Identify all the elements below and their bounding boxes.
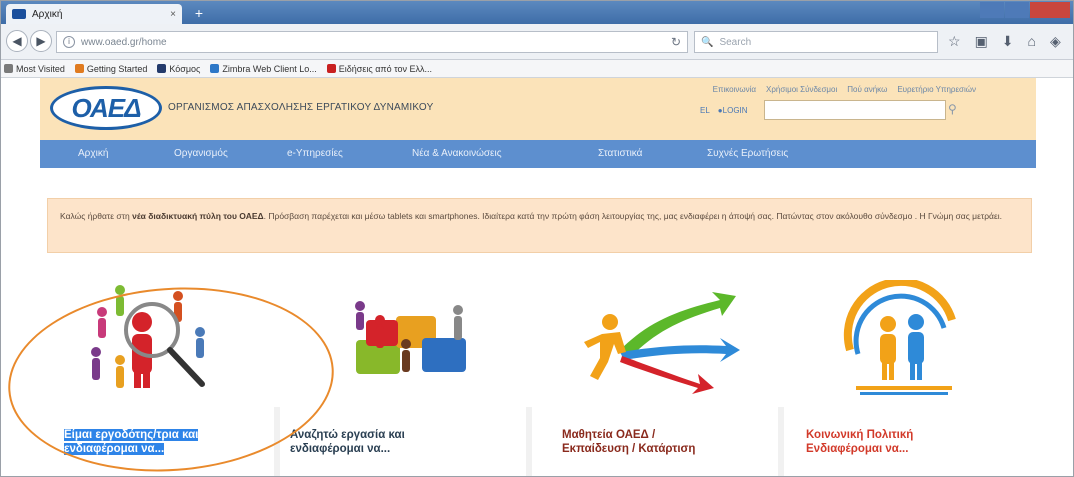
card-jobseeker-line1: Αναζητώ εργασία και — [290, 429, 405, 441]
maximize-button[interactable] — [1005, 2, 1029, 18]
card-jobseeker-line2: ενδιαφέρομαι να... — [290, 443, 391, 455]
nav-e-services[interactable]: e-Υπηρεσίες — [287, 148, 343, 159]
language-selector[interactable]: EL — [700, 106, 710, 115]
notice-highlight: νέα διαδικτυακή πύλη του ΟΑΕΔ — [132, 211, 264, 221]
tab-close-icon[interactable]: × — [170, 9, 176, 20]
bookmark-news[interactable]: Ειδήσεις από τον Ελλ... — [326, 63, 433, 74]
base-line-orange — [856, 386, 952, 390]
search-placeholder: Search — [719, 36, 752, 48]
card-social-link[interactable]: Κοινωνική Πολιτική Ενδιαφέρομαι να... — [796, 412, 1036, 464]
training-illustration[interactable] — [580, 280, 740, 400]
clipboard-icon[interactable]: ▣ — [975, 33, 988, 49]
card-training-line2: Εκπαίδευση / Κατάρτιση — [562, 443, 696, 455]
minimize-button[interactable] — [980, 2, 1004, 18]
nav-home[interactable]: Αρχική — [78, 148, 108, 159]
bookmark-label: Ειδήσεις από τον Ελλ... — [338, 63, 433, 74]
bookmark-label: Getting Started — [86, 63, 148, 74]
download-icon[interactable]: ⬇ — [1002, 33, 1014, 49]
toolbar-icons: ☆ ▣ ⬇ ⌂ ◈ ≡ — [948, 33, 1074, 49]
login-link[interactable]: ●LOGIN — [718, 106, 748, 115]
browser-navbar: ◀ ▶ i www.oaed.gr/home ↻ 🔍 Search ☆ ▣ ⬇ … — [0, 24, 1074, 60]
new-tab-button[interactable]: + — [190, 6, 208, 21]
oaed-favicon-icon — [12, 9, 26, 19]
card-jobseeker-link[interactable]: Αναζητώ εργασία και ενδιαφέρομαι να... — [280, 412, 526, 464]
home-icon[interactable]: ⌂ — [1028, 33, 1036, 49]
card-separator — [526, 407, 532, 477]
card-separator — [778, 407, 784, 477]
main-nav: Αρχική Οργανισμός e-Υπηρεσίες Νέα & Ανακ… — [40, 140, 1036, 168]
base-line-blue — [860, 392, 948, 395]
welcome-notice: Καλώς ήρθατε στη νέα διαδικτυακή πύλη το… — [47, 198, 1032, 253]
card-training-link[interactable]: Μαθητεία ΟΑΕΔ / Εκπαίδευση / Κατάρτιση — [552, 412, 778, 464]
link-contact[interactable]: Επικοινωνία — [713, 85, 756, 94]
reload-icon[interactable]: ↻ — [671, 35, 681, 49]
search-icon: 🔍 — [701, 36, 714, 48]
bookmark-zimbra[interactable]: Zimbra Web Client Lo... — [210, 63, 317, 74]
browser-search-input[interactable]: 🔍 Search — [694, 31, 938, 53]
bookmark-kosmos[interactable]: Κόσμος — [157, 64, 200, 74]
shield-icon[interactable]: ◈ — [1050, 33, 1061, 49]
firefox-icon — [74, 64, 84, 73]
site-header: ΟΑΕΔ ΟΡΓΑΝΙΣΜΟΣ ΑΠΑΣΧΟΛΗΣΗΣ ΕΡΓΑΤΙΚΟΥ ΔΥ… — [40, 78, 1036, 140]
kosmos-icon — [157, 64, 167, 73]
blue-arc-icon — [853, 293, 947, 355]
social-policy-illustration[interactable] — [836, 280, 966, 400]
back-arrow-icon: ◀ — [12, 34, 22, 48]
woman-icon — [880, 316, 896, 380]
nav-news[interactable]: Νέα & Ανακοινώσεις — [412, 148, 502, 159]
browser-tabbar: Αρχική × + — [0, 0, 1074, 24]
browser-tab[interactable]: Αρχική × — [6, 4, 182, 24]
puzzle-piece-blue — [422, 338, 466, 372]
zimbra-icon — [210, 64, 220, 73]
close-window-button[interactable] — [1030, 2, 1070, 18]
jobseeker-illustration[interactable] — [346, 280, 476, 400]
language-login: EL ●LOGIN — [700, 106, 748, 115]
card-social-line1: Κοινωνική Πολιτική — [806, 429, 914, 441]
forward-button[interactable]: ▶ — [30, 30, 52, 52]
bookmark-label: Most Visited — [16, 63, 65, 74]
window-controls — [980, 2, 1070, 18]
bookmark-label: Κόσμος — [169, 63, 201, 74]
bookmarks-bar: Most Visited Getting Started Κόσμος Zimb… — [0, 60, 1074, 78]
bookmark-label: Zimbra Web Client Lo... — [222, 63, 317, 74]
runner-icon — [584, 314, 626, 380]
nav-statistics[interactable]: Στατιστικά — [598, 148, 642, 159]
bookmark-star-icon[interactable]: ☆ — [948, 33, 961, 49]
site-search-input[interactable] — [764, 100, 946, 120]
news-icon — [326, 64, 336, 73]
red-arrow-icon — [620, 356, 714, 394]
logo-text: ΟΑΕΔ — [71, 92, 141, 123]
organization-name: ΟΡΓΑΝΙΣΜΟΣ ΑΠΑΣΧΟΛΗΣΗΣ ΕΡΓΑΤΙΚΟΥ ΔΥΝΑΜΙΚ… — [168, 102, 434, 113]
site-search-icon[interactable]: ⚲ — [948, 102, 957, 116]
man-icon — [908, 314, 924, 380]
nav-organization[interactable]: Οργανισμός — [174, 148, 228, 159]
address-bar[interactable]: i www.oaed.gr/home ↻ — [56, 31, 688, 53]
link-useful-links[interactable]: Χρήσιμοι Σύνδεσμοι — [766, 85, 837, 94]
back-button[interactable]: ◀ — [6, 30, 28, 52]
site-info-icon[interactable]: i — [63, 36, 75, 48]
nav-faq[interactable]: Συχνές Ερωτήσεις — [707, 148, 788, 159]
card-social-line2: Ενδιαφέρομαι να... — [806, 443, 909, 455]
card-training-line1: Μαθητεία ΟΑΕΔ / — [562, 429, 656, 441]
notice-body: . Πρόσβαση παρέχεται και μέσω tablets κα… — [263, 211, 1003, 221]
top-links: Επικοινωνία Χρήσιμοι Σύνδεσμοι Πού ανήκω… — [713, 85, 976, 94]
most-visited-icon — [4, 64, 13, 73]
bookmark-most-visited[interactable]: Most Visited — [4, 64, 65, 74]
forward-arrow-icon: ▶ — [36, 34, 46, 48]
tab-title: Αρχική — [32, 8, 63, 20]
login-label: LOGIN — [722, 106, 748, 115]
bookmark-getting-started[interactable]: Getting Started — [74, 63, 148, 74]
link-where-belong[interactable]: Πού ανήκω — [847, 85, 887, 94]
notice-intro: Καλώς ήρθατε στη — [60, 211, 133, 221]
link-services-index[interactable]: Ευρετήριο Υπηρεσιών — [897, 85, 976, 94]
url-text[interactable]: www.oaed.gr/home — [81, 37, 665, 48]
oaed-logo[interactable]: ΟΑΕΔ — [50, 86, 162, 130]
